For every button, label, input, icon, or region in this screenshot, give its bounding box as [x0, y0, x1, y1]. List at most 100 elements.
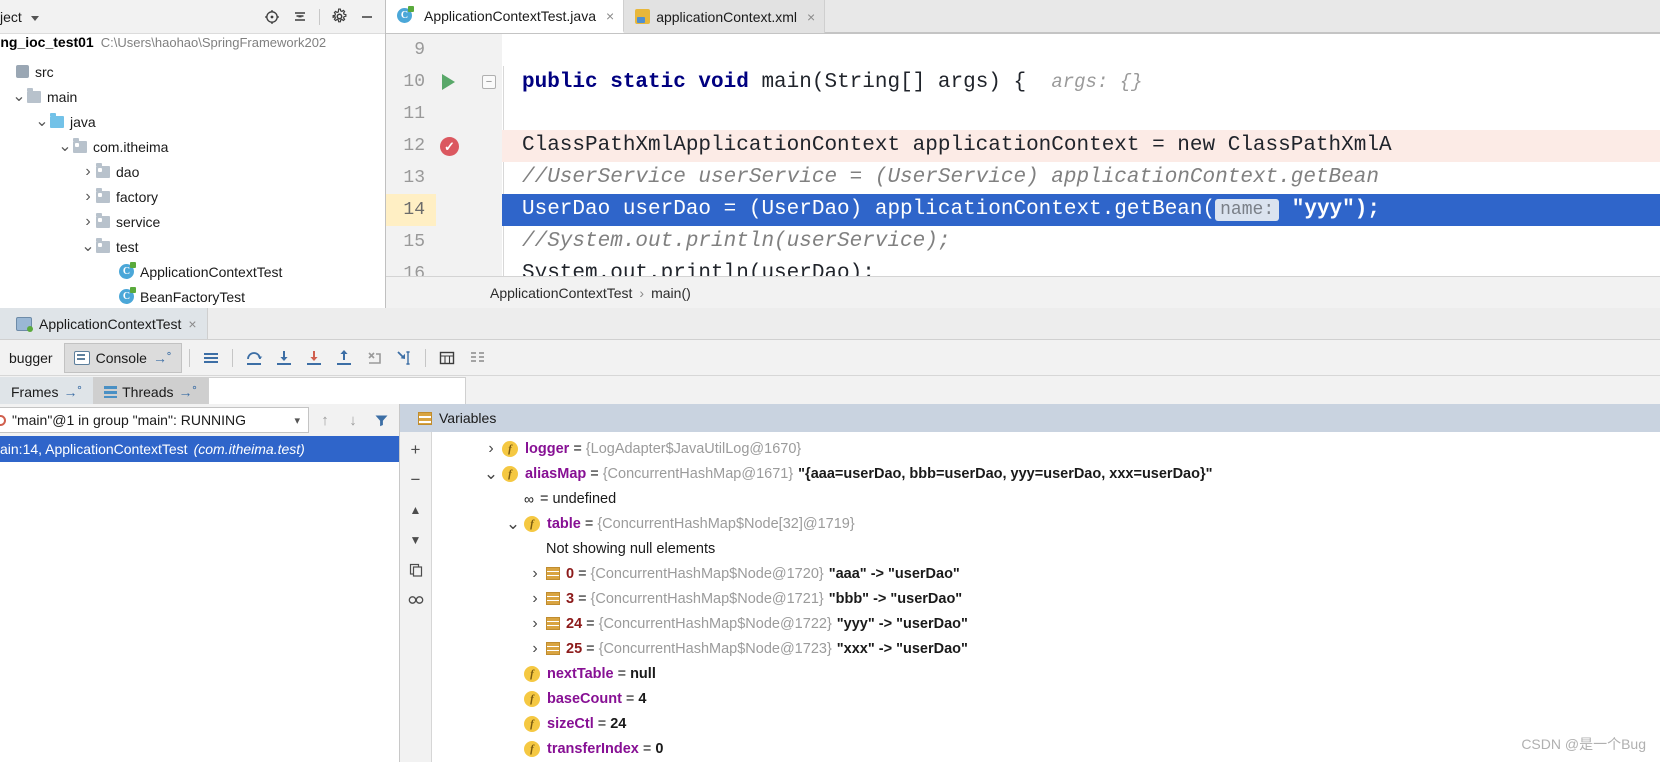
variable-row[interactable]: ›24 = {ConcurrentHashMap$Node@1722}"yyy"… — [432, 611, 1660, 636]
chevron-right-icon[interactable]: › — [524, 615, 546, 633]
up-arrow-icon[interactable]: ▲ — [402, 496, 430, 524]
breakpoint-icon[interactable]: ✓ — [440, 137, 459, 156]
debug-session-tab[interactable]: ApplicationContextTest × — [0, 308, 208, 339]
minus-icon[interactable]: − — [402, 466, 430, 494]
step-out-icon[interactable] — [330, 344, 358, 372]
down-arrow-icon[interactable]: ↓ — [341, 408, 365, 432]
close-icon[interactable]: × — [606, 8, 614, 24]
chevron-down-icon[interactable]: ⌄ — [11, 93, 27, 101]
plus-icon[interactable]: + — [402, 436, 430, 464]
tab-threads[interactable]: Threads →˚ — [93, 377, 208, 406]
project-tree-item-com-itheima[interactable]: ⌄ com.itheima — [0, 134, 385, 159]
show-execution-point-icon[interactable] — [197, 344, 225, 372]
project-tree-item-java[interactable]: ⌄java — [0, 109, 385, 134]
chevron-down-icon[interactable]: ⌄ — [480, 469, 502, 478]
tab-console[interactable]: Console →˚ — [64, 343, 182, 373]
variables-icon — [418, 412, 432, 425]
code-line-12[interactable]: 12 ✓ ClassPathXmlApplicationContext appl… — [386, 130, 1660, 162]
variable-row[interactable]: ∞ = undefined — [432, 486, 1660, 511]
tab-frames-label: Frames — [11, 384, 58, 400]
variable-row[interactable]: ftransferIndex = 0 — [432, 736, 1660, 761]
variable-row[interactable]: fnextTable = null — [432, 661, 1660, 686]
up-arrow-icon[interactable]: ↑ — [313, 408, 337, 432]
code-text: ClassPathXmlApplicationContext applicati… — [502, 130, 1660, 162]
target-icon[interactable] — [260, 5, 284, 29]
gutter-icons[interactable]: ✓ — [436, 130, 476, 162]
variable-row[interactable]: ⌄faliasMap = {ConcurrentHashMap@1671}"{a… — [432, 461, 1660, 486]
code-line-13[interactable]: 13 //UserService userService = (UserServ… — [386, 162, 1660, 194]
variable-row[interactable]: ⌄ftable = {ConcurrentHashMap$Node[32]@17… — [432, 511, 1660, 536]
project-tree-item-beanfactorytest[interactable]: CBeanFactoryTest — [0, 284, 385, 309]
fold-minus-icon[interactable]: − — [482, 75, 496, 89]
force-step-into-icon[interactable] — [300, 344, 328, 372]
chevron-right-icon[interactable]: › — [524, 640, 546, 658]
chevron-down-icon[interactable]: ▾ — [294, 414, 300, 427]
tab-frames[interactable]: Frames →˚ — [0, 377, 93, 406]
step-over-icon[interactable] — [240, 344, 268, 372]
variable-row[interactable]: fbaseCount = 4 — [432, 686, 1660, 711]
variable-row[interactable]: ›flogger = {LogAdapter$JavaUtilLog@1670} — [432, 436, 1660, 461]
project-tree-item-applicationcontexttest[interactable]: CApplicationContextTest — [0, 259, 385, 284]
project-root-row[interactable]: ring_ioc_test01 C:\Users\haohao\SpringFr… — [0, 34, 385, 59]
down-arrow-icon[interactable]: ▼ — [402, 526, 430, 554]
run-to-cursor-icon[interactable] — [390, 344, 418, 372]
chevron-down-icon[interactable] — [31, 16, 39, 21]
editor-tab-ApplicationContextTest[interactable]: C ApplicationContextTest.java × — [386, 0, 624, 33]
project-tree-item-test[interactable]: ⌄test — [0, 234, 385, 259]
chevron-down-icon[interactable]: ⌄ — [502, 519, 524, 528]
project-tree-item-src[interactable]: src — [0, 59, 385, 84]
project-tree-item-factory[interactable]: ›factory — [0, 184, 385, 209]
collapse-all-icon[interactable] — [288, 5, 312, 29]
variable-row[interactable]: Not showing null elements — [432, 536, 1660, 561]
tab-debugger[interactable]: bugger — [0, 343, 62, 373]
code-line-11[interactable]: 11 — [386, 98, 1660, 130]
chevron-right-icon[interactable]: › — [80, 188, 96, 206]
chevron-right-icon[interactable]: › — [80, 163, 96, 181]
variables-tree[interactable]: ›flogger = {LogAdapter$JavaUtilLog@1670}… — [432, 432, 1660, 762]
step-into-icon[interactable] — [270, 344, 298, 372]
thread-selector[interactable]: "main"@1 in group "main": RUNNING ▾ — [0, 407, 309, 433]
chevron-down-icon[interactable]: ⌄ — [57, 143, 73, 151]
close-icon[interactable]: × — [807, 9, 815, 25]
variable-row[interactable]: ›25 = {ConcurrentHashMap$Node@1723}"xxx"… — [432, 636, 1660, 661]
editor-tab-applicationContext-xml[interactable]: applicationContext.xml × — [624, 0, 825, 33]
folder-blue-icon — [50, 116, 64, 128]
fold-gutter — [476, 258, 502, 276]
project-tree-item-main[interactable]: ⌄main — [0, 84, 385, 109]
close-icon[interactable]: × — [188, 316, 196, 332]
evaluate-expression-icon[interactable] — [433, 344, 461, 372]
chevron-down-icon[interactable]: ⌄ — [34, 118, 50, 126]
project-tree-item-dao[interactable]: ›dao — [0, 159, 385, 184]
code-line-10[interactable]: 10 − public static void main(String[] ar… — [386, 66, 1660, 98]
code-editor[interactable]: 9 10 − public static void main(String[] … — [386, 34, 1660, 276]
project-tree-item-service[interactable]: ›service — [0, 209, 385, 234]
project-tree-item-label: com.itheima — [93, 139, 168, 155]
chevron-down-icon[interactable]: ⌄ — [80, 243, 96, 251]
inspect-icon[interactable] — [402, 586, 430, 614]
code-line-15[interactable]: 15 //System.out.println(userService); — [386, 226, 1660, 258]
run-triangle-icon[interactable] — [442, 74, 455, 90]
frames-search-field[interactable] — [208, 377, 466, 406]
variable-row[interactable]: fsizeCtl = 24 — [432, 711, 1660, 736]
gear-icon[interactable] — [327, 5, 351, 29]
chevron-right-icon[interactable]: › — [80, 213, 96, 231]
minimize-icon[interactable] — [355, 5, 379, 29]
gutter-icons[interactable] — [436, 66, 476, 98]
code-line-14[interactable]: 14 UserDao userDao = (UserDao) applicati… — [386, 194, 1660, 226]
copy-icon[interactable] — [402, 556, 430, 584]
variable-row[interactable]: ›0 = {ConcurrentHashMap$Node@1720}"aaa" … — [432, 561, 1660, 586]
code-line-9[interactable]: 9 — [386, 34, 1660, 66]
mute-breakpoints-icon[interactable] — [463, 344, 491, 372]
drop-frame-icon[interactable] — [360, 344, 388, 372]
fold-gutter[interactable]: − — [476, 66, 502, 98]
filter-icon[interactable] — [369, 408, 393, 432]
chevron-right-icon[interactable]: › — [480, 440, 502, 458]
project-panel-title[interactable]: ject — [0, 9, 22, 25]
chevron-right-icon[interactable]: › — [524, 565, 546, 583]
variable-row[interactable]: ›3 = {ConcurrentHashMap$Node@1721}"bbb" … — [432, 586, 1660, 611]
breadcrumb-class[interactable]: ApplicationContextTest — [490, 285, 632, 301]
breadcrumb-method[interactable]: main() — [651, 285, 691, 301]
chevron-right-icon[interactable]: › — [524, 590, 546, 608]
code-line-16[interactable]: 16 System.out.println(userDao); — [386, 258, 1660, 276]
stack-frame-row[interactable]: ain:14, ApplicationContextTest (com.ithe… — [0, 436, 399, 462]
